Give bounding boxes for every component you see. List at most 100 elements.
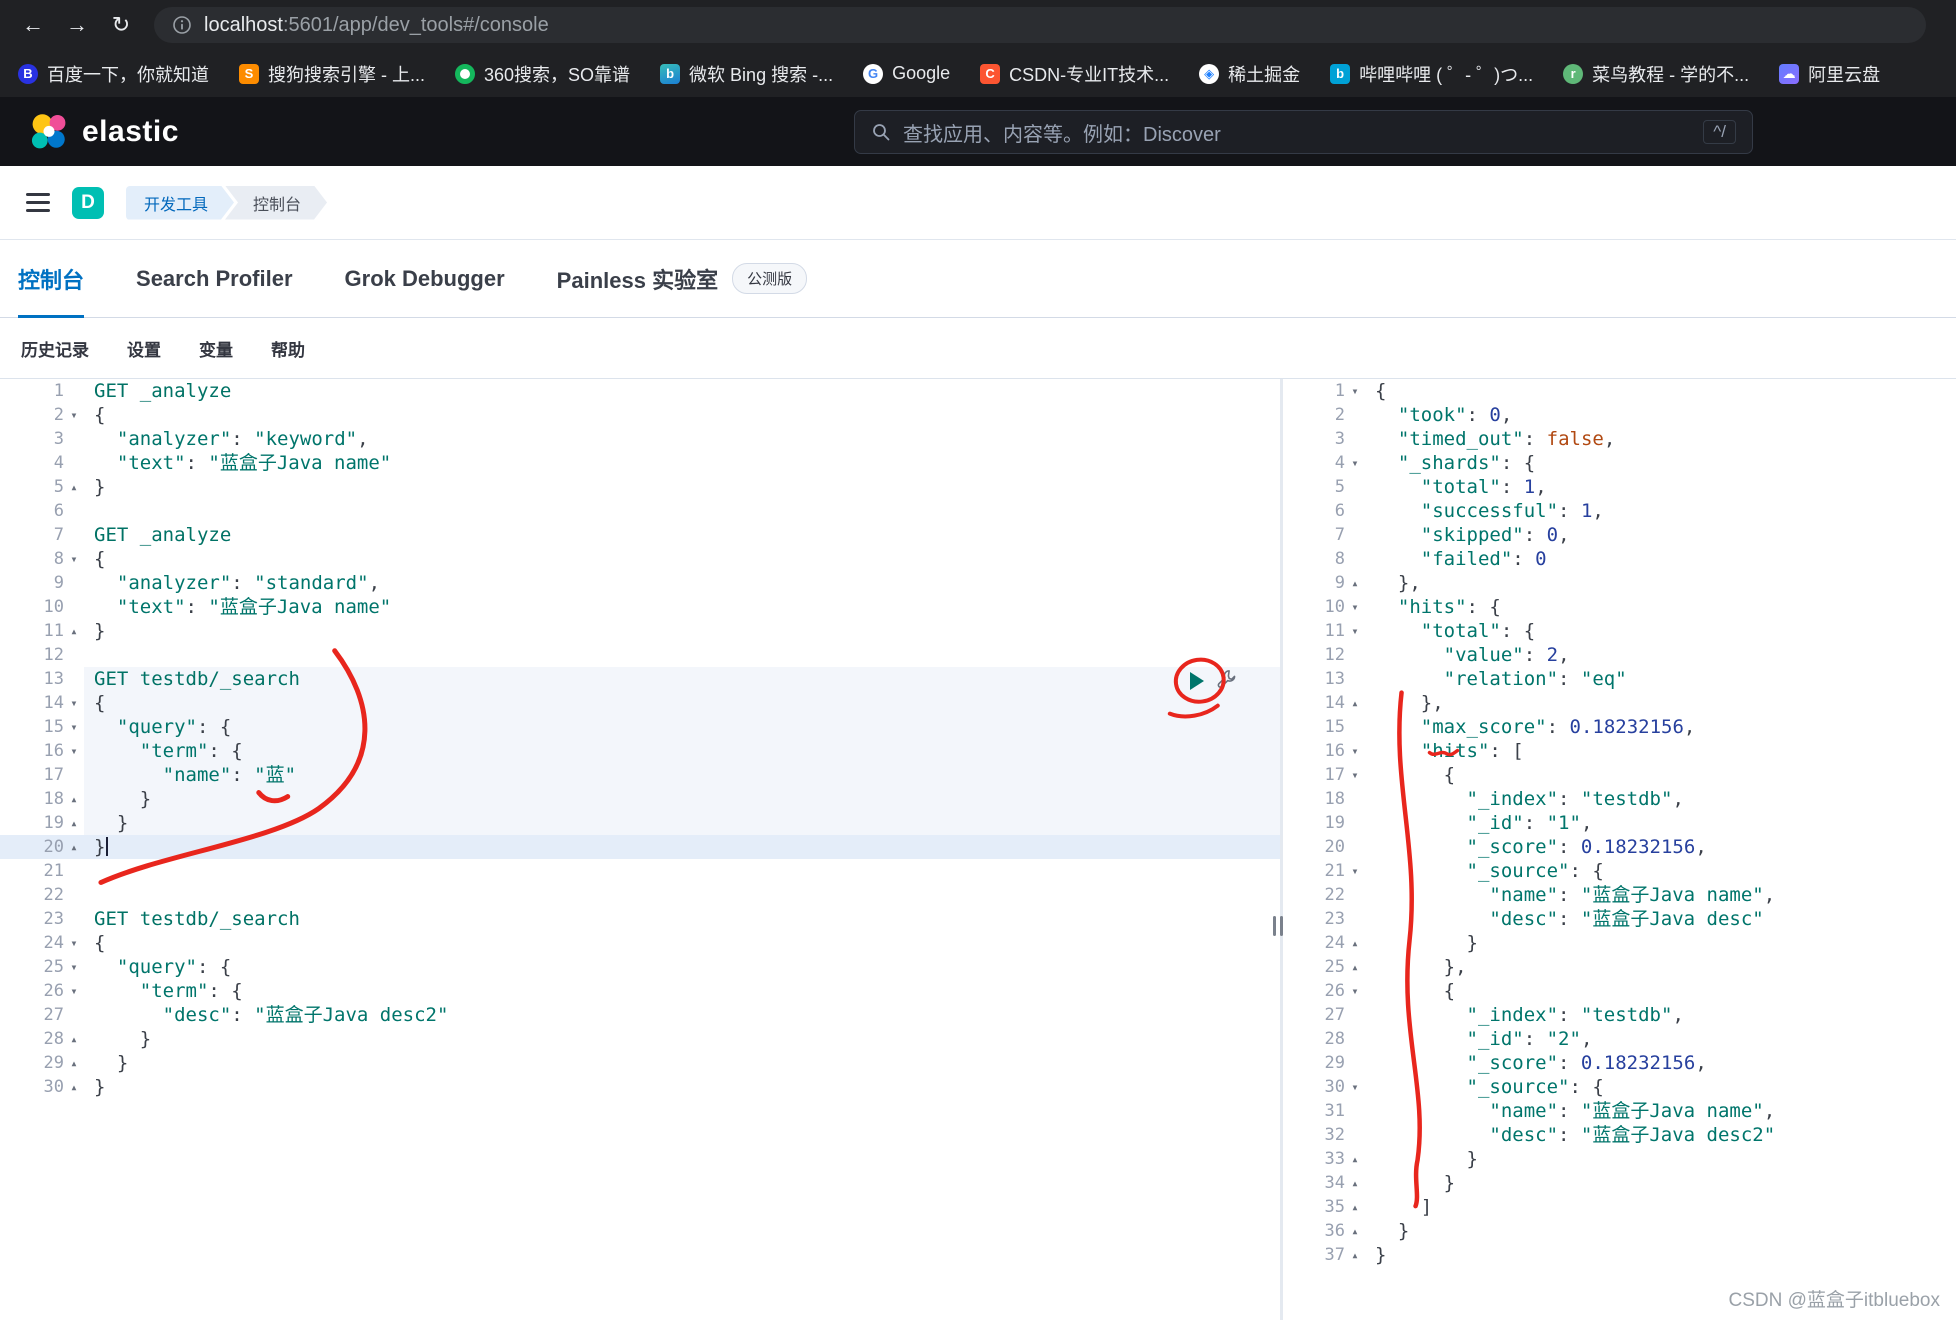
editor-line[interactable]: 21 ▾ "_source": { [1283, 859, 1956, 883]
fold-toggle-icon[interactable]: ▴ [1345, 1171, 1365, 1195]
editor-line[interactable]: 23 "desc": "蓝盒子Java desc" [1283, 907, 1956, 931]
console-menu-settings[interactable]: 设置 [127, 336, 161, 361]
fold-toggle-icon[interactable]: ▾ [64, 979, 84, 1003]
fold-toggle-icon[interactable]: ▴ [1345, 691, 1365, 715]
fold-toggle-icon[interactable]: ▾ [1345, 451, 1365, 475]
fold-toggle-icon[interactable]: ▴ [64, 475, 84, 499]
editor-line[interactable]: 34 ▴ } [1283, 1171, 1956, 1195]
fold-toggle-icon[interactable]: ▴ [1345, 1219, 1365, 1243]
editor-line[interactable]: 17 ▾ { [1283, 763, 1956, 787]
fold-toggle-icon[interactable]: ▴ [64, 1051, 84, 1075]
editor-line[interactable]: 21 [0, 859, 1280, 883]
fold-toggle-icon[interactable]: ▴ [1345, 1243, 1365, 1267]
fold-toggle-icon[interactable]: ▾ [1345, 739, 1365, 763]
bookmark-google[interactable]: G Google [863, 63, 950, 84]
fold-toggle-icon[interactable]: ▾ [1345, 859, 1365, 883]
editor-line[interactable]: 9 ▴ }, [1283, 571, 1956, 595]
breadcrumb-dev-tools[interactable]: 开发工具 [126, 186, 234, 220]
fold-toggle-icon[interactable]: ▾ [64, 403, 84, 427]
response-viewer[interactable]: 1 ▾{2 "took": 0, 3 "timed_out": false, 4 ▾ "… [1283, 379, 1956, 1320]
fold-toggle-icon[interactable]: ▴ [1345, 571, 1365, 595]
bookmark-juejin[interactable]: ◈ 稀土掘金 [1199, 61, 1300, 87]
editor-line[interactable]: 24 ▴ } [1283, 931, 1956, 955]
forward-icon[interactable]: → [58, 6, 96, 44]
fold-toggle-icon[interactable]: ▾ [1345, 379, 1365, 403]
editor-line[interactable]: 19 ▴ } [0, 811, 1280, 835]
editor-line[interactable]: 4 ▾ "_shards": { [1283, 451, 1956, 475]
fold-toggle-icon[interactable]: ▴ [64, 811, 84, 835]
editor-line[interactable]: 10 "text": "蓝盒子Java name" [0, 595, 1280, 619]
editor-line[interactable]: 10 ▾ "hits": { [1283, 595, 1956, 619]
fold-toggle-icon[interactable]: ▴ [1345, 931, 1365, 955]
fold-toggle-icon[interactable]: ▾ [1345, 619, 1365, 643]
editor-line[interactable]: 5 ▴} [0, 475, 1280, 499]
bookmark-csdn[interactable]: C CSDN-专业IT技术... [980, 61, 1169, 87]
editor-line[interactable]: 15 "max_score": 0.18232156, [1283, 715, 1956, 739]
editor-line[interactable]: 35 ▴ ] [1283, 1195, 1956, 1219]
global-search-input[interactable]: 查找应用、内容等。例如：Discover ^/ [854, 110, 1753, 154]
editor-line[interactable]: 18 "_index": "testdb", [1283, 787, 1956, 811]
console-menu-history[interactable]: 历史记录 [21, 336, 89, 361]
resize-handle-icon[interactable] [1273, 916, 1283, 936]
editor-line[interactable]: 29 ▴ } [0, 1051, 1280, 1075]
site-info-icon[interactable] [172, 15, 192, 35]
bookmark-aliyun-drive[interactable]: ☁ 阿里云盘 [1779, 61, 1880, 87]
fold-toggle-icon[interactable]: ▴ [64, 1075, 84, 1099]
fold-toggle-icon[interactable]: ▾ [1345, 1075, 1365, 1099]
editor-line[interactable]: 25 ▾ "query": { [0, 955, 1280, 979]
elastic-logo[interactable]: elastic [28, 111, 179, 153]
fold-toggle-icon[interactable]: ▴ [1345, 955, 1365, 979]
editor-line[interactable]: 30 ▾ "_source": { [1283, 1075, 1956, 1099]
editor-line[interactable]: 13 GET testdb/_search [0, 667, 1280, 691]
editor-line[interactable]: 26 ▾ "term": { [0, 979, 1280, 1003]
tab-console[interactable]: 控制台 [18, 240, 85, 318]
editor-line[interactable]: 14 ▴ }, [1283, 691, 1956, 715]
editor-line[interactable]: 11 ▾ "total": { [1283, 619, 1956, 643]
request-settings-wrench-icon[interactable] [1216, 669, 1237, 693]
editor-line[interactable]: 11 ▴} [0, 619, 1280, 643]
editor-line[interactable]: 8 "failed": 0 [1283, 547, 1956, 571]
editor-line[interactable]: 17 "name": "蓝" [0, 763, 1280, 787]
back-icon[interactable]: ← [14, 6, 52, 44]
fold-toggle-icon[interactable]: ▴ [1345, 1195, 1365, 1219]
fold-toggle-icon[interactable]: ▾ [1345, 979, 1365, 1003]
editor-line[interactable]: 6 "successful": 1, [1283, 499, 1956, 523]
breadcrumb-console[interactable]: 控制台 [225, 186, 327, 220]
editor-line[interactable]: 31 "name": "蓝盒子Java name", [1283, 1099, 1956, 1123]
fold-toggle-icon[interactable]: ▴ [64, 1027, 84, 1051]
editor-line[interactable]: 25 ▴ }, [1283, 955, 1956, 979]
editor-line[interactable]: 3 "timed_out": false, [1283, 427, 1956, 451]
editor-line[interactable]: 13 "relation": "eq" [1283, 667, 1956, 691]
editor-line[interactable]: 14 ▾ { [0, 691, 1280, 715]
editor-line[interactable]: 6 [0, 499, 1280, 523]
editor-line[interactable]: 36 ▴ } [1283, 1219, 1956, 1243]
menu-icon[interactable] [26, 193, 50, 212]
editor-line[interactable]: 26 ▾ { [1283, 979, 1956, 1003]
fold-toggle-icon[interactable]: ▴ [64, 787, 84, 811]
editor-line[interactable]: 7 GET _analyze [0, 523, 1280, 547]
editor-line[interactable]: 33 ▴ } [1283, 1147, 1956, 1171]
editor-line[interactable]: 12 "value": 2, [1283, 643, 1956, 667]
editor-line[interactable]: 7 "skipped": 0, [1283, 523, 1956, 547]
fold-toggle-icon[interactable]: ▴ [1345, 1147, 1365, 1171]
tab-search-profiler[interactable]: Search Profiler [136, 240, 293, 317]
editor-line[interactable]: 2 ▾ { [0, 403, 1280, 427]
space-avatar[interactable]: D [72, 186, 104, 219]
editor-line[interactable]: 23 GET testdb/_search [0, 907, 1280, 931]
editor-line[interactable]: 19 "_id": "1", [1283, 811, 1956, 835]
editor-line[interactable]: 28 ▴ } [0, 1027, 1280, 1051]
editor-line[interactable]: 12 [0, 643, 1280, 667]
editor-line[interactable]: 2 "took": 0, [1283, 403, 1956, 427]
editor-line[interactable]: 16 ▾ "term": { [0, 739, 1280, 763]
bookmark-runoob[interactable]: r 菜鸟教程 - 学的不... [1563, 61, 1749, 87]
editor-line[interactable]: 32 "desc": "蓝盒子Java desc2" [1283, 1123, 1956, 1147]
console-menu-variables[interactable]: 变量 [199, 336, 233, 361]
request-editor[interactable]: 1 GET _analyze 2 ▾{3 "analyzer": "keyword",… [0, 379, 1280, 1320]
fold-toggle-icon[interactable]: ▾ [64, 691, 84, 715]
tab-grok-debugger[interactable]: Grok Debugger [345, 240, 505, 317]
editor-line[interactable]: 8 ▾ { [0, 547, 1280, 571]
editor-line[interactable]: 20 ▴} [0, 835, 1280, 859]
fold-toggle-icon[interactable]: ▾ [64, 739, 84, 763]
bookmark-bing[interactable]: b 微软 Bing 搜索 -... [660, 61, 833, 87]
editor-line[interactable]: 27 "desc": "蓝盒子Java desc2" [0, 1003, 1280, 1027]
